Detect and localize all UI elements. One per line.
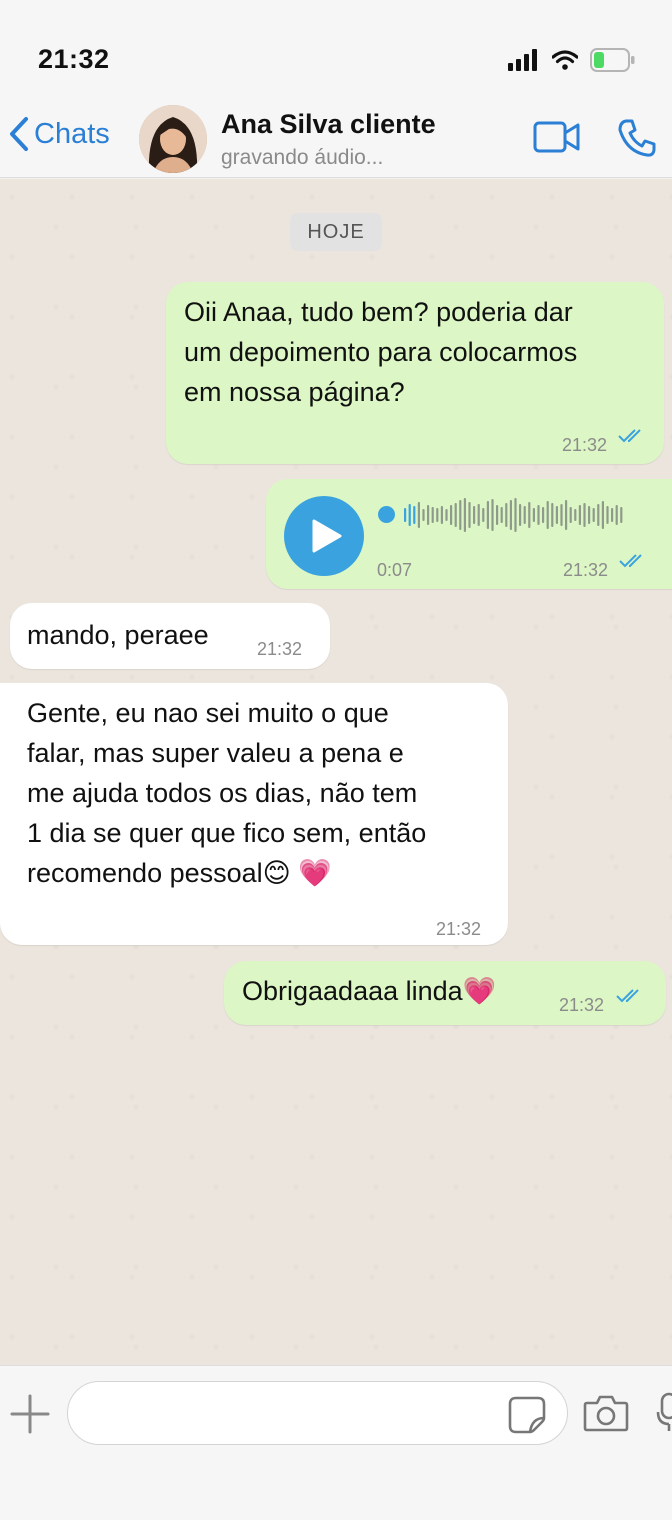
back-button[interactable]: Chats — [8, 116, 110, 152]
message-text: Obrigaadaaa linda💗 — [242, 976, 497, 1006]
plus-icon — [10, 1394, 50, 1434]
waveform-bar — [473, 506, 476, 524]
battery-icon — [590, 48, 636, 77]
waveform-bar — [620, 507, 623, 523]
waveform-bar — [500, 507, 503, 523]
signal-icon — [508, 49, 540, 76]
avatar[interactable] — [139, 105, 207, 173]
waveform-bar — [537, 505, 540, 525]
waveform-bar — [565, 500, 568, 530]
audio-duration: 0:07 — [377, 560, 413, 580]
message-time: 21:32 — [562, 435, 608, 455]
sticker-icon — [508, 1396, 546, 1434]
message-time: 21:32 — [436, 919, 482, 939]
contact-status: gravando áudio... — [221, 146, 384, 169]
waveform-bar — [459, 500, 462, 530]
waveform-bar — [560, 504, 563, 526]
waveform-bar — [417, 502, 420, 528]
message-bubble-outgoing[interactable]: Obrigaadaaa linda💗 21:32 — [224, 961, 666, 1025]
play-icon — [312, 519, 342, 553]
mic-icon — [656, 1392, 672, 1431]
waveform-bar — [445, 509, 448, 521]
attach-button[interactable] — [10, 1394, 50, 1439]
waveform-bar — [542, 507, 545, 523]
sticker-button[interactable] — [508, 1396, 546, 1439]
waveform-bar — [436, 508, 439, 522]
waveform-bar — [509, 500, 512, 530]
message-bubble-outgoing[interactable]: Oii Anaa, tudo bem? poderia dar um depoi… — [166, 282, 664, 464]
video-call-icon — [533, 121, 580, 153]
message-text: mando, peraee — [27, 620, 209, 650]
audio-progress-dot[interactable] — [378, 506, 395, 523]
waveform-bar — [611, 508, 614, 522]
waveform-bar — [408, 504, 411, 526]
waveform-bar — [583, 503, 586, 527]
waveform-bar — [505, 503, 508, 527]
waveform-bar — [477, 504, 480, 526]
camera-button[interactable] — [583, 1394, 629, 1437]
waveform-bar — [450, 505, 453, 525]
read-ticks-icon — [618, 429, 641, 443]
waveform-bar — [496, 505, 499, 525]
chat-area[interactable]: HOJE Oii Anaa, tudo bem? poderia dar um … — [0, 179, 672, 1365]
waveform-bar — [615, 505, 618, 525]
waveform-bar — [601, 501, 604, 529]
waveform-bar — [514, 498, 517, 532]
waveform-bar — [422, 509, 425, 521]
waveform-bar — [523, 506, 526, 524]
message-text: Gente, eu nao sei muito o que falar, mas… — [27, 698, 427, 888]
waveform-bar — [463, 498, 466, 532]
waveform-bar — [551, 503, 554, 527]
phone-icon — [618, 119, 656, 157]
waveform-bar — [532, 508, 535, 522]
chevron-left-icon — [10, 117, 28, 151]
waveform-bar — [597, 504, 600, 526]
waveform-bar — [574, 509, 577, 521]
waveform-bar — [486, 501, 489, 529]
back-label: Chats — [34, 117, 110, 150]
waveform-bar — [606, 506, 609, 524]
waveform-bar — [440, 506, 443, 524]
waveform-bar — [588, 506, 591, 524]
waveform-bar — [468, 502, 471, 528]
video-call-button[interactable] — [533, 120, 581, 159]
waveform-bar — [404, 508, 407, 522]
audio-message-bubble[interactable]: 0:07 21:32 — [266, 479, 672, 589]
waveform-bar — [413, 506, 416, 524]
status-time: 21:32 — [38, 44, 110, 74]
mic-button[interactable] — [656, 1392, 672, 1437]
chat-header: Chats Ana Silva cliente gravando áudio..… — [0, 100, 672, 178]
waveform-bar — [491, 499, 494, 531]
message-bubble-incoming[interactable]: mando, peraee 21:32 — [10, 603, 330, 669]
waveform-bar — [454, 503, 457, 527]
waveform-bar — [555, 506, 558, 524]
waveform-bar — [546, 501, 549, 529]
message-input[interactable] — [67, 1381, 568, 1445]
waveform-bar — [431, 507, 434, 523]
camera-icon — [583, 1395, 629, 1432]
waveform-bar — [427, 505, 430, 525]
waveform-bar — [519, 504, 522, 526]
input-bar — [0, 1365, 672, 1520]
message-text: Oii Anaa, tudo bem? poderia dar um depoi… — [184, 297, 578, 407]
waveform-bar — [528, 502, 531, 528]
waveform-bar — [592, 508, 595, 522]
message-time: 21:32 — [563, 560, 609, 580]
wifi-icon — [551, 50, 579, 75]
voice-call-button[interactable] — [617, 118, 657, 163]
play-button[interactable] — [284, 496, 364, 576]
message-time: 21:32 — [257, 639, 303, 659]
date-separator: HOJE — [290, 213, 382, 251]
waveform-bar — [482, 508, 485, 522]
message-time: 21:32 — [559, 995, 605, 1015]
status-icons — [508, 48, 636, 77]
waveform-bar — [578, 505, 581, 525]
status-bar: 21:32 — [0, 0, 672, 100]
read-ticks-icon — [619, 554, 642, 568]
message-bubble-incoming[interactable]: Gente, eu nao sei muito o que falar, mas… — [0, 683, 508, 945]
audio-waveform[interactable] — [404, 495, 626, 535]
contact-name[interactable]: Ana Silva cliente — [221, 109, 436, 140]
waveform-bar — [569, 507, 572, 523]
read-ticks-icon — [616, 989, 639, 1003]
